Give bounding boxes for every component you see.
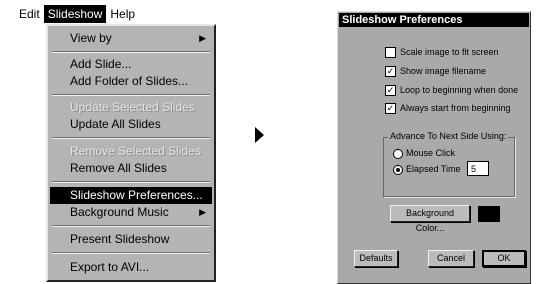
menu-help[interactable]: Help bbox=[106, 5, 139, 23]
radio-button[interactable] bbox=[393, 149, 403, 159]
menu-item-remove-all-slides[interactable]: Remove All Slides bbox=[50, 160, 212, 177]
defaults-button[interactable]: Defaults bbox=[354, 250, 398, 267]
checkbox-label: Loop to beginning when done bbox=[400, 85, 519, 95]
menu-edit[interactable]: Edit bbox=[15, 5, 44, 23]
radio-button[interactable] bbox=[393, 165, 403, 175]
check-mark-icon[interactable]: ✓ bbox=[385, 85, 396, 96]
menu-bar: Edit Slideshow Help bbox=[15, 4, 140, 24]
right-arrow-icon bbox=[255, 127, 264, 143]
cancel-button[interactable]: Cancel bbox=[428, 250, 474, 267]
menu-separator bbox=[52, 225, 210, 227]
menu-item-slideshow-preferences[interactable]: Slideshow Preferences... bbox=[50, 187, 212, 204]
menu-item-update-selected-slides: Update Selected Slides bbox=[70, 100, 195, 114]
menu-item-label: Background Music bbox=[70, 205, 169, 219]
dialog-title: Slideshow Preferences bbox=[339, 13, 529, 27]
menu-item-present-slideshow[interactable]: Present Slideshow bbox=[50, 231, 212, 248]
checkbox-box[interactable] bbox=[385, 47, 396, 58]
menu-separator bbox=[52, 94, 210, 96]
menu-separator bbox=[52, 252, 210, 254]
menu-item-label: View by bbox=[70, 31, 112, 45]
check-mark-icon[interactable]: ✓ bbox=[385, 66, 396, 77]
submenu-arrow-icon: ▶ bbox=[199, 33, 206, 43]
submenu-arrow-icon: ▶ bbox=[199, 207, 206, 217]
menu-slideshow[interactable]: Slideshow bbox=[43, 5, 107, 23]
checkbox-label: Scale image to fit screen bbox=[400, 47, 499, 57]
background-color-button[interactable]: Background Color... bbox=[390, 205, 470, 233]
radio-label: Mouse Click bbox=[406, 148, 456, 158]
menu-separator bbox=[52, 51, 210, 53]
elapsed-seconds-input[interactable]: 5 bbox=[467, 161, 489, 176]
advance-group-title: Advance To Next Side Using: bbox=[388, 131, 509, 142]
background-color-swatch[interactable] bbox=[478, 206, 500, 222]
ok-button[interactable]: OK bbox=[482, 250, 526, 267]
check-mark-icon[interactable]: ✓ bbox=[385, 103, 396, 114]
menu-separator bbox=[52, 181, 210, 183]
slideshow-preferences-dialog: Slideshow Preferences Scale image to fit… bbox=[337, 11, 531, 284]
radio-label: Elapsed Time bbox=[406, 164, 461, 174]
slideshow-dropdown-menu: View by ▶ Add Slide... Add Folder of Sli… bbox=[46, 24, 216, 282]
menu-item-add-slide[interactable]: Add Slide... bbox=[50, 56, 212, 73]
menu-item-view-by[interactable]: View by ▶ bbox=[50, 30, 212, 47]
menu-separator bbox=[52, 137, 210, 139]
menu-item-export-to-avi[interactable]: Export to AVI... bbox=[50, 259, 212, 276]
menu-item-remove-selected-slides: Remove Selected Slides bbox=[70, 144, 201, 158]
checkbox-label: Show image filename bbox=[400, 66, 487, 76]
menu-item-background-music[interactable]: Background Music ▶ bbox=[50, 204, 212, 221]
menu-item-update-all-slides[interactable]: Update All Slides bbox=[50, 116, 212, 133]
checkbox-label: Always start from beginning bbox=[400, 103, 511, 113]
menu-item-add-folder-of-slides[interactable]: Add Folder of Slides... bbox=[50, 73, 212, 90]
